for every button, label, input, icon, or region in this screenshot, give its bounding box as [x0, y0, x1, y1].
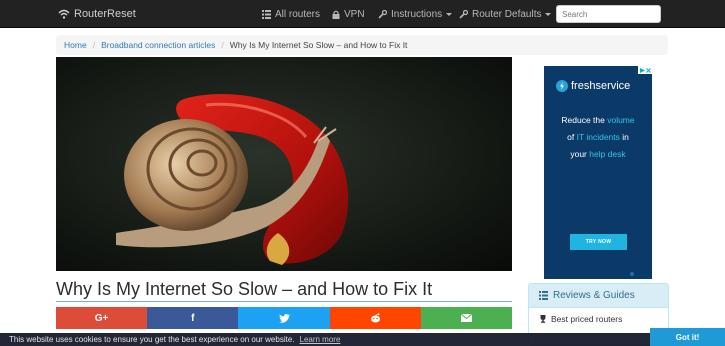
ad-text-segment: in — [619, 132, 629, 142]
nav-vpn[interactable]: VPN — [332, 0, 365, 28]
nav-instructions-dropdown[interactable]: Instructions — [378, 0, 453, 28]
chevron-down-icon — [545, 12, 552, 16]
cookie-accept-button[interactable]: Got it! — [650, 328, 725, 346]
share-google-plus-button[interactable]: G+ — [56, 307, 148, 329]
list-icon — [262, 9, 271, 19]
article-hero-image — [56, 57, 512, 271]
reddit-icon — [370, 313, 380, 323]
ad-choices-icon[interactable] — [638, 66, 652, 74]
cookie-learn-more-link[interactable]: Learn more — [300, 335, 341, 344]
ad-text-segment: of — [567, 132, 577, 142]
top-navbar: RouterReset All routers VPN Instructions… — [0, 0, 725, 28]
ad-text-highlight: IT incidents — [576, 132, 620, 142]
freshservice-logo-icon — [556, 80, 568, 92]
panel-title: Reviews & Guides — [553, 290, 635, 301]
nav-all-routers-label: All routers — [275, 8, 321, 20]
share-email-button[interactable] — [420, 307, 513, 329]
breadcrumb-category-link[interactable]: Broadband connection articles — [101, 40, 215, 50]
breadcrumb-current: Why Is My Internet So Slow – and How to … — [229, 40, 408, 50]
brand-label: RouterReset — [74, 8, 136, 20]
trophy-icon — [540, 315, 546, 323]
sidebar-item-best-priced-routers[interactable]: Best priced routers — [529, 308, 668, 330]
wrench-icon — [459, 9, 468, 19]
nav-router-defaults-label: Router Defaults — [472, 8, 542, 20]
share-twitter-button[interactable] — [238, 307, 330, 329]
breadcrumb-home-link[interactable]: Home — [64, 40, 87, 50]
search-input[interactable] — [556, 5, 661, 23]
info-icon — [639, 67, 645, 73]
nav-instructions-label: Instructions — [391, 8, 443, 20]
lock-icon — [332, 10, 340, 19]
ad-text-segment: your — [570, 149, 590, 159]
email-icon — [460, 314, 472, 322]
twitter-icon — [278, 313, 290, 323]
close-icon — [645, 67, 651, 73]
nav-all-routers[interactable]: All routers — [262, 0, 320, 28]
ad-try-now-button[interactable]: TRY NOW — [570, 234, 627, 250]
cookie-message: This website uses cookies to ensure you … — [9, 335, 295, 344]
ad-brand: freshservice — [556, 80, 630, 92]
ad-text-highlight: help desk — [589, 149, 626, 159]
sidebar-item-label: Best priced routers — [551, 314, 623, 324]
chevron-down-icon — [446, 12, 453, 16]
snail-on-chili-image — [56, 57, 512, 271]
share-reddit-button[interactable] — [329, 307, 421, 329]
ad-illustration — [630, 272, 634, 276]
breadcrumb-separator: / — [92, 40, 96, 50]
google-plus-icon: G+ — [94, 312, 109, 324]
ad-brand-label: freshservice — [571, 80, 631, 92]
article-title: Why Is My Internet So Slow – and How to … — [56, 279, 433, 299]
wifi-icon — [58, 9, 70, 19]
ad-headline: Reduce the volume of IT incidents in you… — [544, 112, 652, 163]
list-icon — [539, 291, 548, 300]
brand-link[interactable]: RouterReset — [58, 0, 136, 28]
nav-router-defaults-dropdown[interactable]: Router Defaults — [459, 0, 552, 28]
share-bar: G+ f — [56, 307, 513, 329]
wrench-icon — [378, 9, 387, 19]
facebook-icon: f — [191, 312, 195, 324]
freshservice-ad[interactable]: freshservice Reduce the volume of IT inc… — [544, 66, 652, 279]
title-divider — [56, 301, 512, 302]
ad-text-highlight: volume — [607, 115, 635, 125]
panel-heading: Reviews & Guides — [529, 284, 668, 308]
share-facebook-button[interactable]: f — [147, 307, 239, 329]
cookie-consent-bar: This website uses cookies to ensure you … — [0, 333, 725, 346]
ad-text-segment: Reduce the — [561, 115, 608, 125]
breadcrumb-separator: / — [221, 40, 224, 50]
nav-vpn-label: VPN — [344, 8, 365, 20]
breadcrumb: Home / Broadband connection articles / W… — [56, 35, 668, 55]
